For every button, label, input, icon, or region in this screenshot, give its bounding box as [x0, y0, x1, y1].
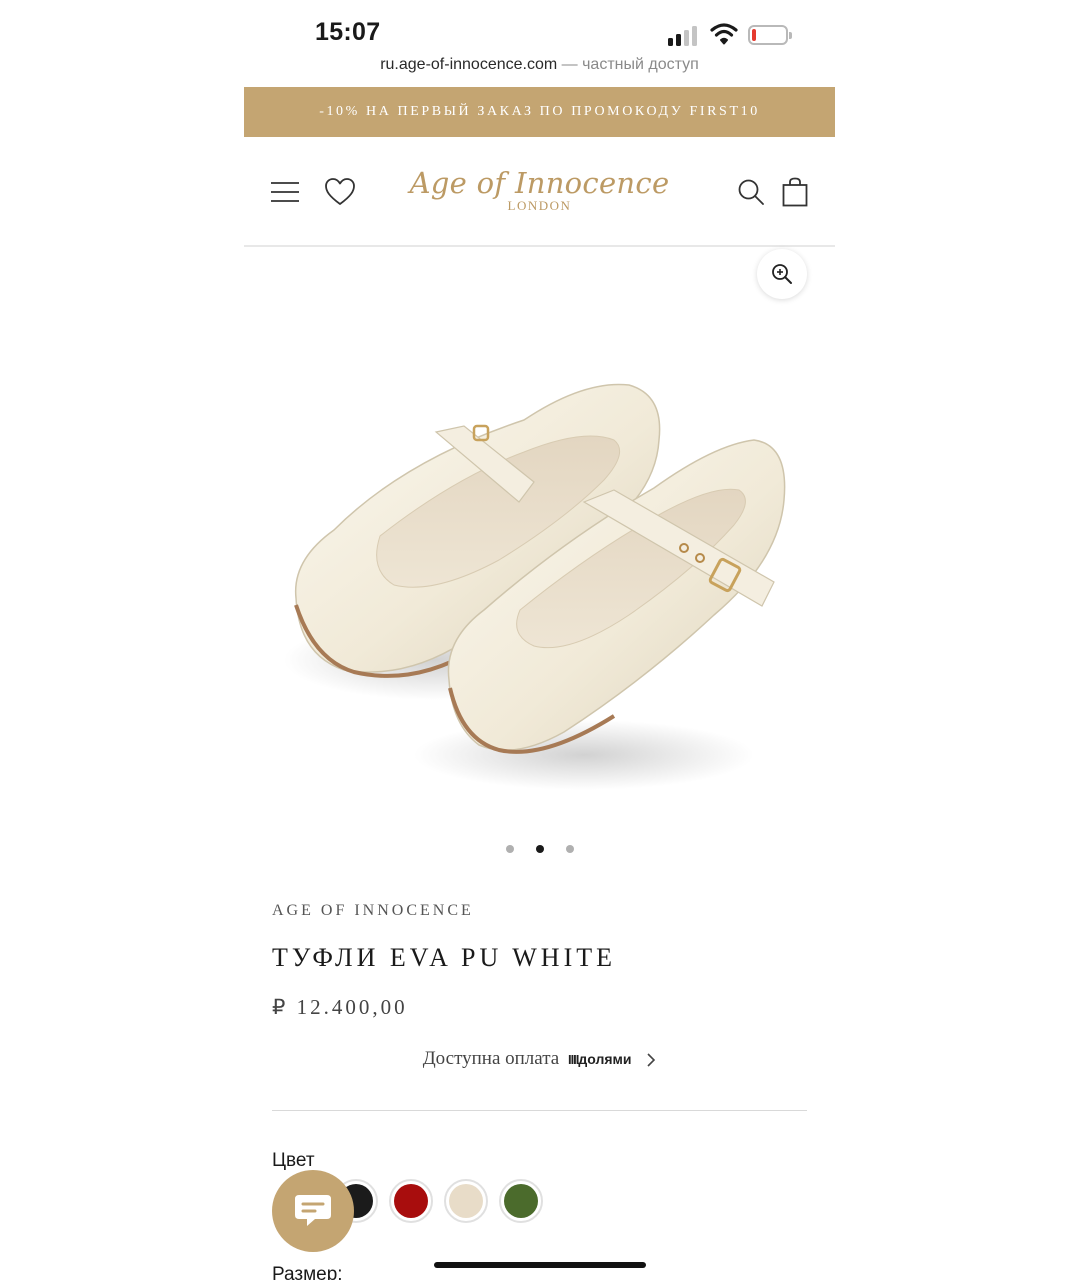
url-text: ru.age-of-innocence.com [380, 56, 558, 73]
dolyami-logo: IIIIдолями [568, 1051, 632, 1067]
battery-icon [748, 25, 792, 45]
search-button[interactable] [734, 175, 768, 209]
wifi-icon [710, 23, 738, 45]
chevron-right-icon [647, 1053, 656, 1067]
dolyami-mark: IIII [567, 1052, 579, 1067]
wishlist-button[interactable] [323, 175, 357, 209]
chat-icon [295, 1195, 331, 1226]
product-title: ТУФЛИ EVA PU WHITE [272, 943, 617, 972]
dolyami-label: долями [578, 1051, 632, 1067]
gallery-pagination [244, 845, 835, 853]
color-label: Цвет [272, 1150, 315, 1171]
swatch-fill [449, 1184, 483, 1218]
private-mode-note: — частный доступ [561, 56, 699, 73]
cart-button[interactable] [778, 175, 812, 209]
installment-payment-link[interactable]: Доступна оплата IIIIдолями [244, 1048, 835, 1070]
site-logo[interactable]: Age of Innocence LONDON [394, 165, 685, 214]
address-bar[interactable]: ru.age-of-innocence.com — частный доступ [244, 56, 835, 74]
search-icon [738, 179, 764, 205]
promo-text: -10% НА ПЕРВЫЙ ЗАКАЗ ПО ПРОМОКОДУ FIRST1… [319, 104, 760, 119]
section-divider [272, 1110, 807, 1111]
site-header: Age of Innocence LONDON [244, 137, 835, 247]
home-indicator [434, 1262, 646, 1268]
zoom-button[interactable] [757, 249, 807, 299]
gallery-dot[interactable] [505, 845, 514, 853]
zoom-in-icon [772, 264, 792, 284]
signal-icon [668, 24, 700, 46]
logo-script: Age of Innocence [409, 166, 670, 200]
promo-banner[interactable]: -10% НА ПЕРВЫЙ ЗАКАЗ ПО ПРОМОКОДУ FIRST1… [244, 87, 835, 137]
color-swatch-green[interactable] [499, 1179, 543, 1223]
color-swatch-red[interactable] [389, 1179, 433, 1223]
menu-button[interactable] [268, 175, 302, 209]
product-price: ₽ 12.400,00 [272, 995, 408, 1019]
product-brand[interactable]: AGE OF INNOCENCE [272, 902, 474, 920]
chat-button[interactable] [272, 1170, 354, 1252]
bag-icon [782, 177, 808, 207]
menu-icon [271, 182, 299, 202]
color-swatch-white[interactable] [444, 1179, 488, 1223]
swatch-fill [504, 1184, 538, 1218]
product-image[interactable] [284, 360, 794, 790]
status-time: 15:07 [315, 18, 381, 46]
swatch-fill [394, 1184, 428, 1218]
heart-icon [325, 178, 355, 205]
battery-level [752, 29, 756, 41]
gallery-dot[interactable] [535, 845, 544, 853]
gallery-dot[interactable] [565, 845, 574, 853]
size-label: Размер: [272, 1264, 343, 1280]
phone-screen: 15:07 ru.age-of-innocence.com — частный … [244, 0, 835, 1280]
payment-text: Доступна оплата [422, 1048, 560, 1069]
